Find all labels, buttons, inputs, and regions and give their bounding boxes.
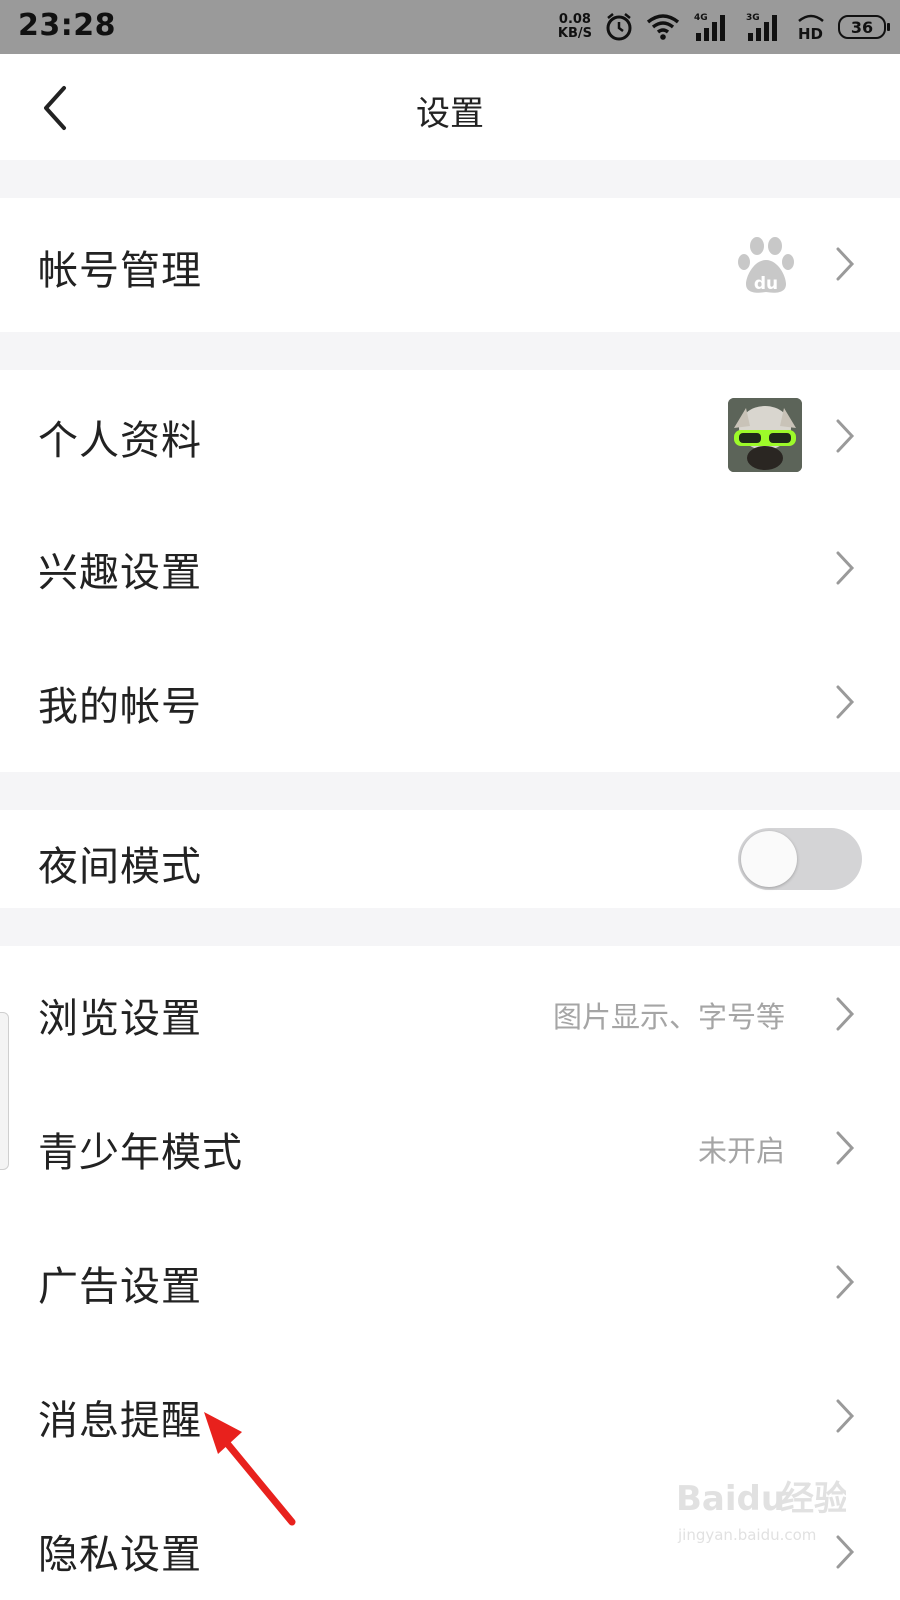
- network-speed: 0.08 KB/S: [558, 13, 592, 41]
- row-interests[interactable]: 兴趣设置: [0, 504, 900, 636]
- svg-text:du: du: [754, 274, 778, 294]
- signal-3g-icon: 3G: [746, 13, 777, 41]
- signal-3g-label: 3G: [746, 13, 760, 23]
- row-value: 图片显示、字号等: [552, 1000, 785, 1034]
- network-speed-value: 0.08: [558, 12, 591, 27]
- section-divider: [0, 772, 900, 810]
- chevron-right-icon: [836, 551, 855, 585]
- row-label: 隐私设置: [38, 1532, 202, 1578]
- row-label: 夜间模式: [38, 844, 202, 890]
- row-label: 浏览设置: [38, 996, 202, 1042]
- section-divider: [0, 332, 900, 370]
- row-my-account[interactable]: 我的帐号: [0, 636, 900, 772]
- hd-icon: HD: [798, 14, 824, 41]
- chevron-right-icon: [836, 247, 855, 281]
- battery-level: 36: [850, 17, 874, 37]
- row-label: 帐号管理: [38, 248, 202, 294]
- avatar-image: [728, 398, 802, 472]
- row-browse-settings[interactable]: 浏览设置 图片显示、字号等: [0, 946, 900, 1080]
- chevron-right-icon: [836, 1399, 855, 1433]
- status-icons: 0.08 KB/S 4G 3G HD 36: [558, 6, 890, 48]
- signal-4g-label: 4G: [694, 13, 708, 23]
- status-bar: 23:28 0.08 KB/S 4G 3G HD 36: [0, 0, 900, 54]
- network-speed-unit: KB/S: [557, 26, 592, 41]
- night-mode-toggle[interactable]: [738, 828, 862, 890]
- battery-icon: 36: [838, 15, 890, 39]
- chevron-right-icon: [836, 419, 855, 453]
- row-teen-mode[interactable]: 青少年模式 未开启: [0, 1080, 900, 1214]
- chevron-right-icon: [836, 685, 855, 719]
- watermark-product: 经验: [780, 1479, 846, 1519]
- section-divider: [0, 160, 900, 198]
- row-label: 个人资料: [38, 418, 202, 464]
- toggle-knob: [741, 831, 797, 887]
- row-label: 我的帐号: [38, 684, 202, 730]
- signal-4g-icon: 4G: [694, 13, 725, 41]
- row-label: 兴趣设置: [38, 550, 202, 596]
- row-notifications[interactable]: 消息提醒: [0, 1348, 900, 1482]
- baidu-jingyan-watermark: Baidu 经验 jingyan.baidu.com: [676, 1479, 846, 1544]
- row-label: 广告设置: [38, 1264, 202, 1310]
- avatar: [728, 398, 802, 472]
- row-night-mode: 夜间模式: [0, 810, 900, 908]
- page-title: 设置: [416, 94, 484, 134]
- side-drawer-handle[interactable]: [0, 1012, 9, 1170]
- watermark-brand: Baidu: [676, 1479, 785, 1519]
- row-ad-settings[interactable]: 广告设置: [0, 1214, 900, 1348]
- chevron-right-icon: [836, 997, 855, 1031]
- baidu-paw-logo-icon: du: [738, 237, 794, 294]
- alarm-icon: [606, 13, 632, 41]
- wifi-icon: [646, 14, 680, 40]
- row-label: 消息提醒: [38, 1398, 202, 1444]
- row-label: 青少年模式: [38, 1130, 243, 1176]
- section-divider: [0, 908, 900, 946]
- row-account-management[interactable]: 帐号管理 du: [0, 198, 900, 332]
- status-time: 23:28: [18, 8, 116, 43]
- watermark-site: jingyan.baidu.com: [677, 1526, 816, 1544]
- hd-label: HD: [798, 25, 823, 41]
- annotation-arrow-icon: [204, 1412, 296, 1526]
- row-value: 未开启: [697, 1134, 785, 1168]
- nav-bar: 设置: [0, 54, 900, 160]
- row-profile[interactable]: 个人资料: [0, 370, 900, 504]
- chevron-right-icon: [836, 1265, 855, 1299]
- chevron-right-icon: [836, 1131, 855, 1165]
